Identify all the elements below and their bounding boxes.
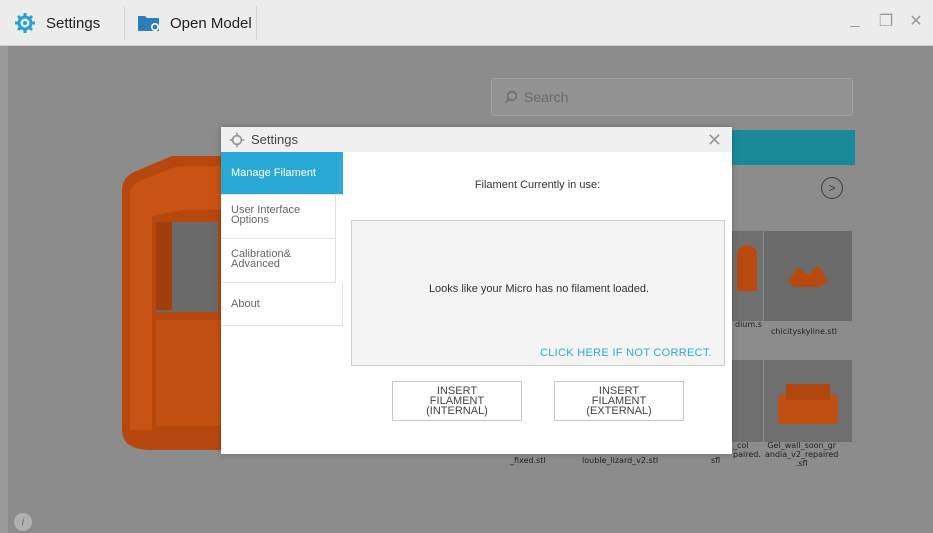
settings-dialog: Settings ✕ Manage Filament User Interfac…: [221, 127, 732, 454]
nav-item-label: About: [231, 298, 260, 310]
thumbnail-label: dium.s: [735, 320, 762, 329]
open-model-label: Open Model: [170, 14, 252, 32]
thumbnail-image: [778, 384, 838, 424]
not-correct-link[interactable]: CLICK HERE IF NOT CORRECT.: [540, 347, 712, 359]
filament-status-panel: Looks like your Micro has no filament lo…: [351, 220, 725, 366]
nav-item-about[interactable]: About: [221, 283, 343, 326]
thumbnail-label: sfl: [711, 456, 721, 465]
library-thumbnail[interactable]: [731, 360, 763, 442]
search-icon: [505, 90, 518, 103]
chevron-right-icon: >: [828, 181, 836, 195]
nav-item-user-interface-options[interactable]: User Interface Options: [221, 195, 336, 239]
nav-item-label: Manage Filament: [231, 167, 316, 179]
info-icon[interactable]: i: [14, 513, 32, 531]
gear-icon: [229, 132, 245, 147]
library-thumbnail[interactable]: [764, 360, 852, 442]
thumbnail-label: louble_lizard_v2.stl: [582, 456, 659, 465]
window-frame: [0, 46, 8, 533]
thumbnail-image: [737, 245, 757, 291]
insert-filament-internal-button[interactable]: INSERT FILAMENT (INTERNAL): [392, 381, 522, 421]
nav-item-calibration-advanced[interactable]: Calibration& Advanced: [221, 239, 336, 283]
thumbnail-label: Gel_wall_soon_gr andia_v2_repaired .sfl: [765, 441, 839, 468]
title-bar: Settings Open Model _ ❐ ✕: [0, 0, 933, 46]
thumbnail-label: _col paired.: [733, 441, 761, 459]
close-window-button[interactable]: ✕: [905, 11, 927, 31]
thumbnail-image: [788, 265, 828, 287]
thumbnail-label: chicityskyline.stl: [771, 327, 837, 336]
nav-item-label: User Interface Options: [231, 204, 301, 226]
dialog-header: Settings ✕: [221, 127, 732, 152]
open-model-button[interactable]: Open Model: [137, 10, 252, 36]
dialog-title: Settings: [251, 132, 298, 147]
settings-nav: Manage Filament User Interface Options C…: [221, 152, 343, 326]
filament-in-use-heading: Filament Currently in use:: [474, 179, 601, 191]
nav-item-label: Calibration& Advanced: [231, 248, 291, 270]
no-filament-message: Looks like your Micro has no filament lo…: [428, 283, 650, 295]
restore-button[interactable]: ❐: [875, 11, 897, 31]
button-label: INSERT FILAMENT (EXTERNAL): [586, 385, 652, 417]
library-tab-bar[interactable]: [731, 130, 855, 165]
close-dialog-button[interactable]: ✕: [707, 130, 722, 151]
next-page-button[interactable]: >: [821, 177, 843, 199]
gear-icon: [15, 13, 35, 33]
nav-item-manage-filament[interactable]: Manage Filament: [221, 152, 343, 195]
minimize-button[interactable]: _: [844, 11, 866, 29]
divider: [124, 6, 125, 40]
thumbnail-label: _fixed.stl: [510, 456, 546, 465]
settings-tab-label: Settings: [46, 14, 101, 32]
3d-model-preview[interactable]: [112, 150, 232, 470]
divider: [256, 6, 257, 40]
button-label: INSERT FILAMENT (INTERNAL): [426, 385, 488, 417]
folder-icon: [138, 16, 159, 31]
library-thumbnail[interactable]: [731, 231, 763, 321]
settings-tab-button[interactable]: Settings: [14, 10, 100, 36]
insert-filament-external-button[interactable]: INSERT FILAMENT (EXTERNAL): [554, 381, 684, 421]
search-placeholder: Search: [524, 89, 569, 105]
search-input[interactable]: Search: [491, 78, 853, 116]
library-thumbnail[interactable]: [764, 231, 852, 321]
